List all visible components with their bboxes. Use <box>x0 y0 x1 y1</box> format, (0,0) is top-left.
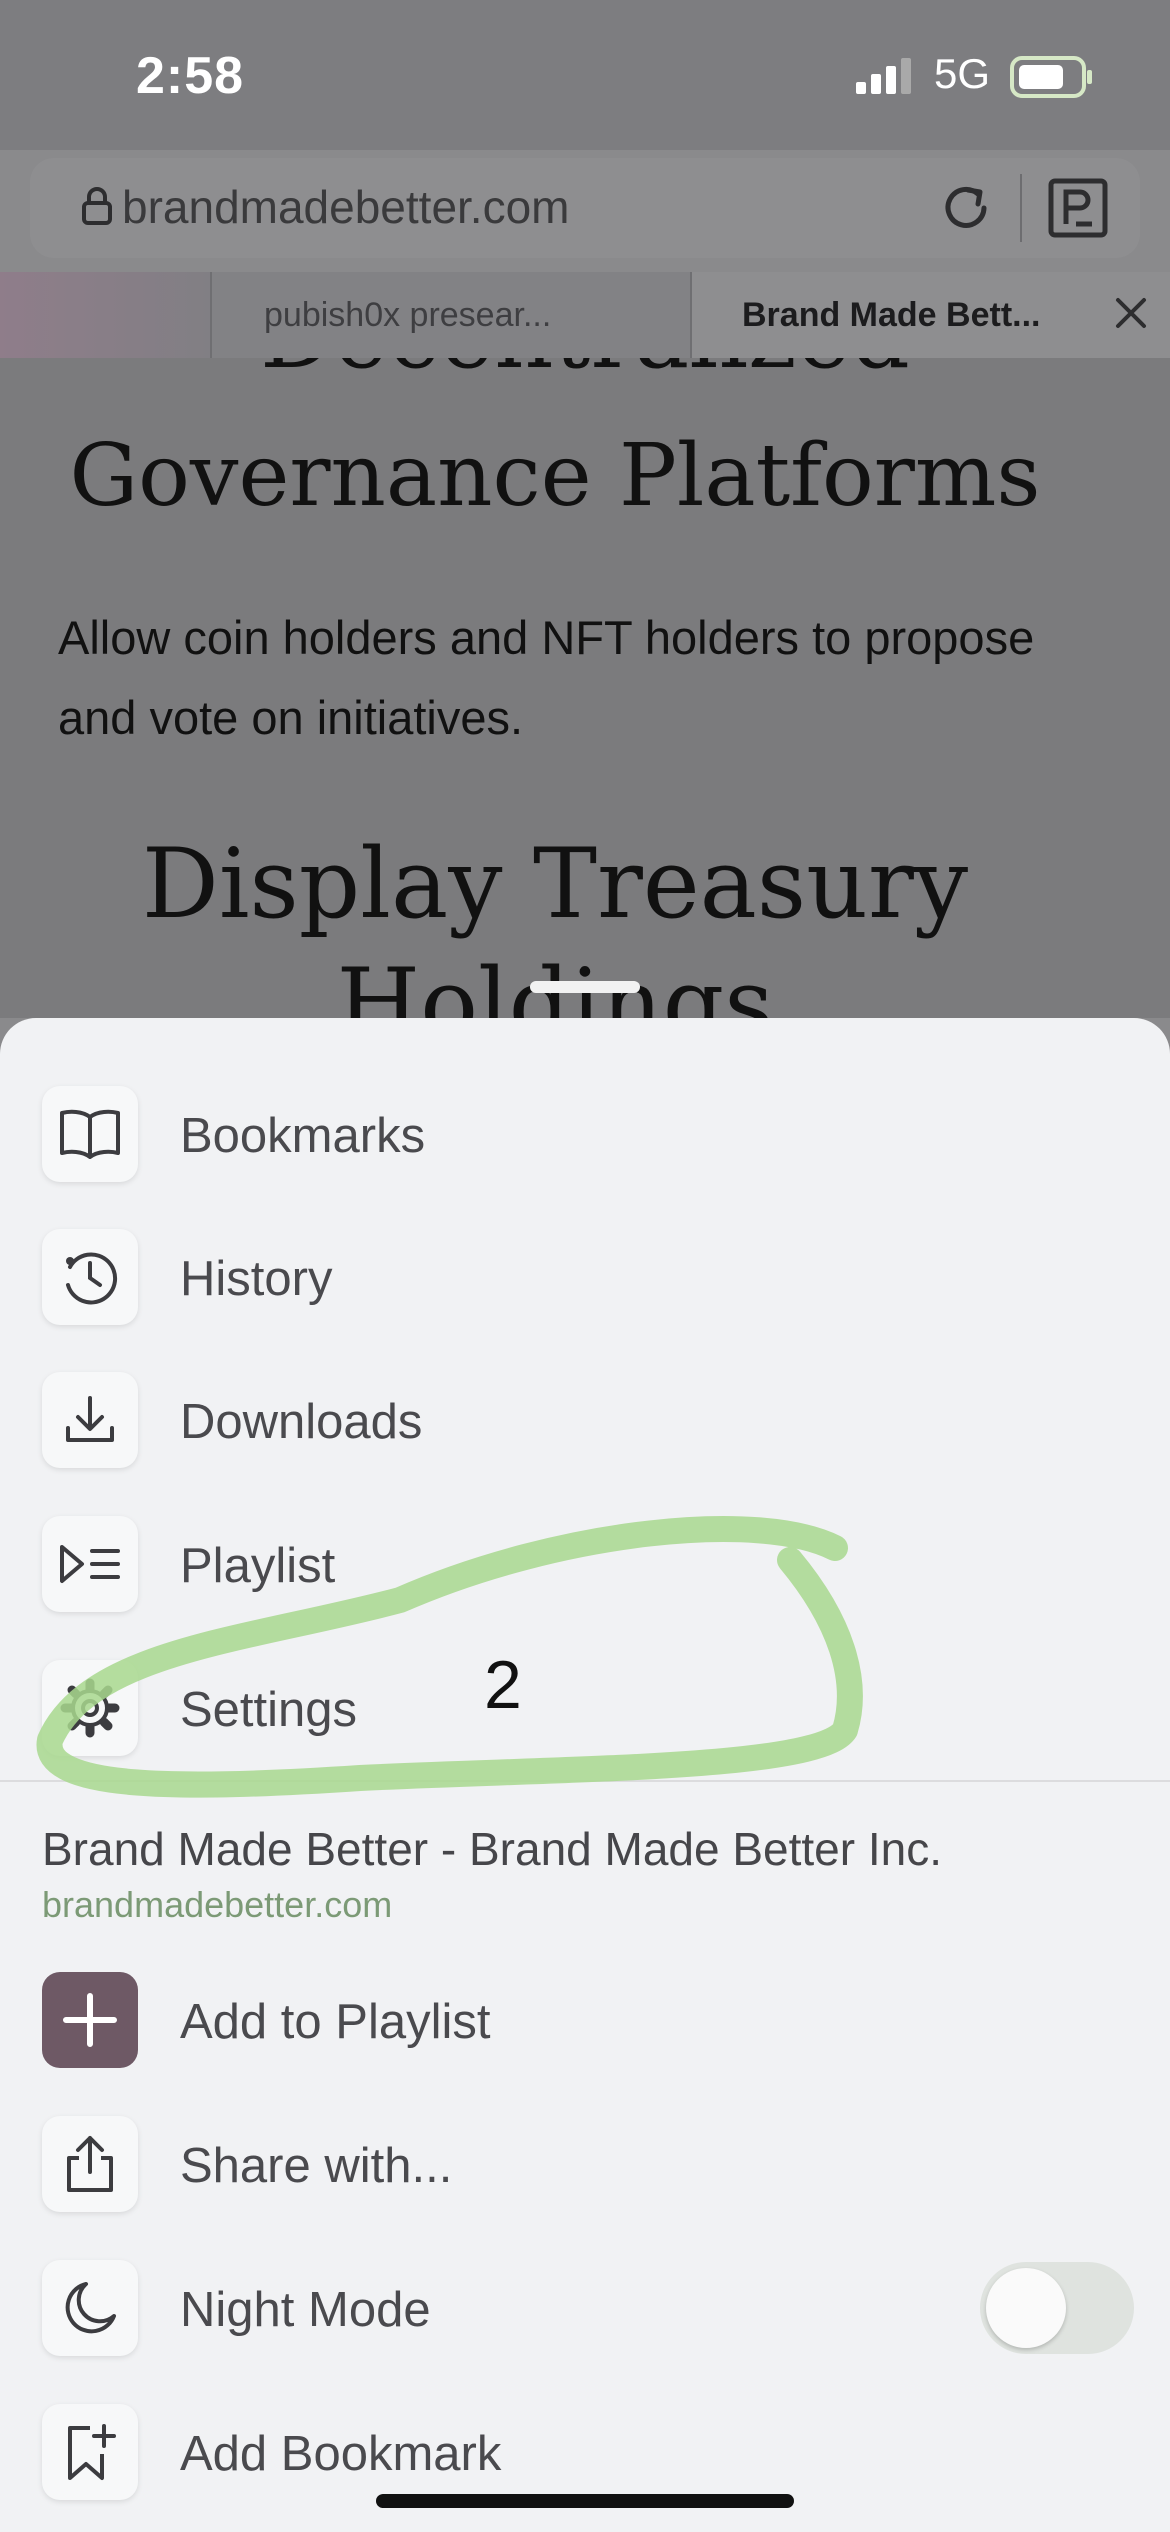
highlight-scribble <box>36 1516 863 1798</box>
annotation-number: 2 <box>484 1647 522 1723</box>
home-indicator <box>376 2494 794 2508</box>
